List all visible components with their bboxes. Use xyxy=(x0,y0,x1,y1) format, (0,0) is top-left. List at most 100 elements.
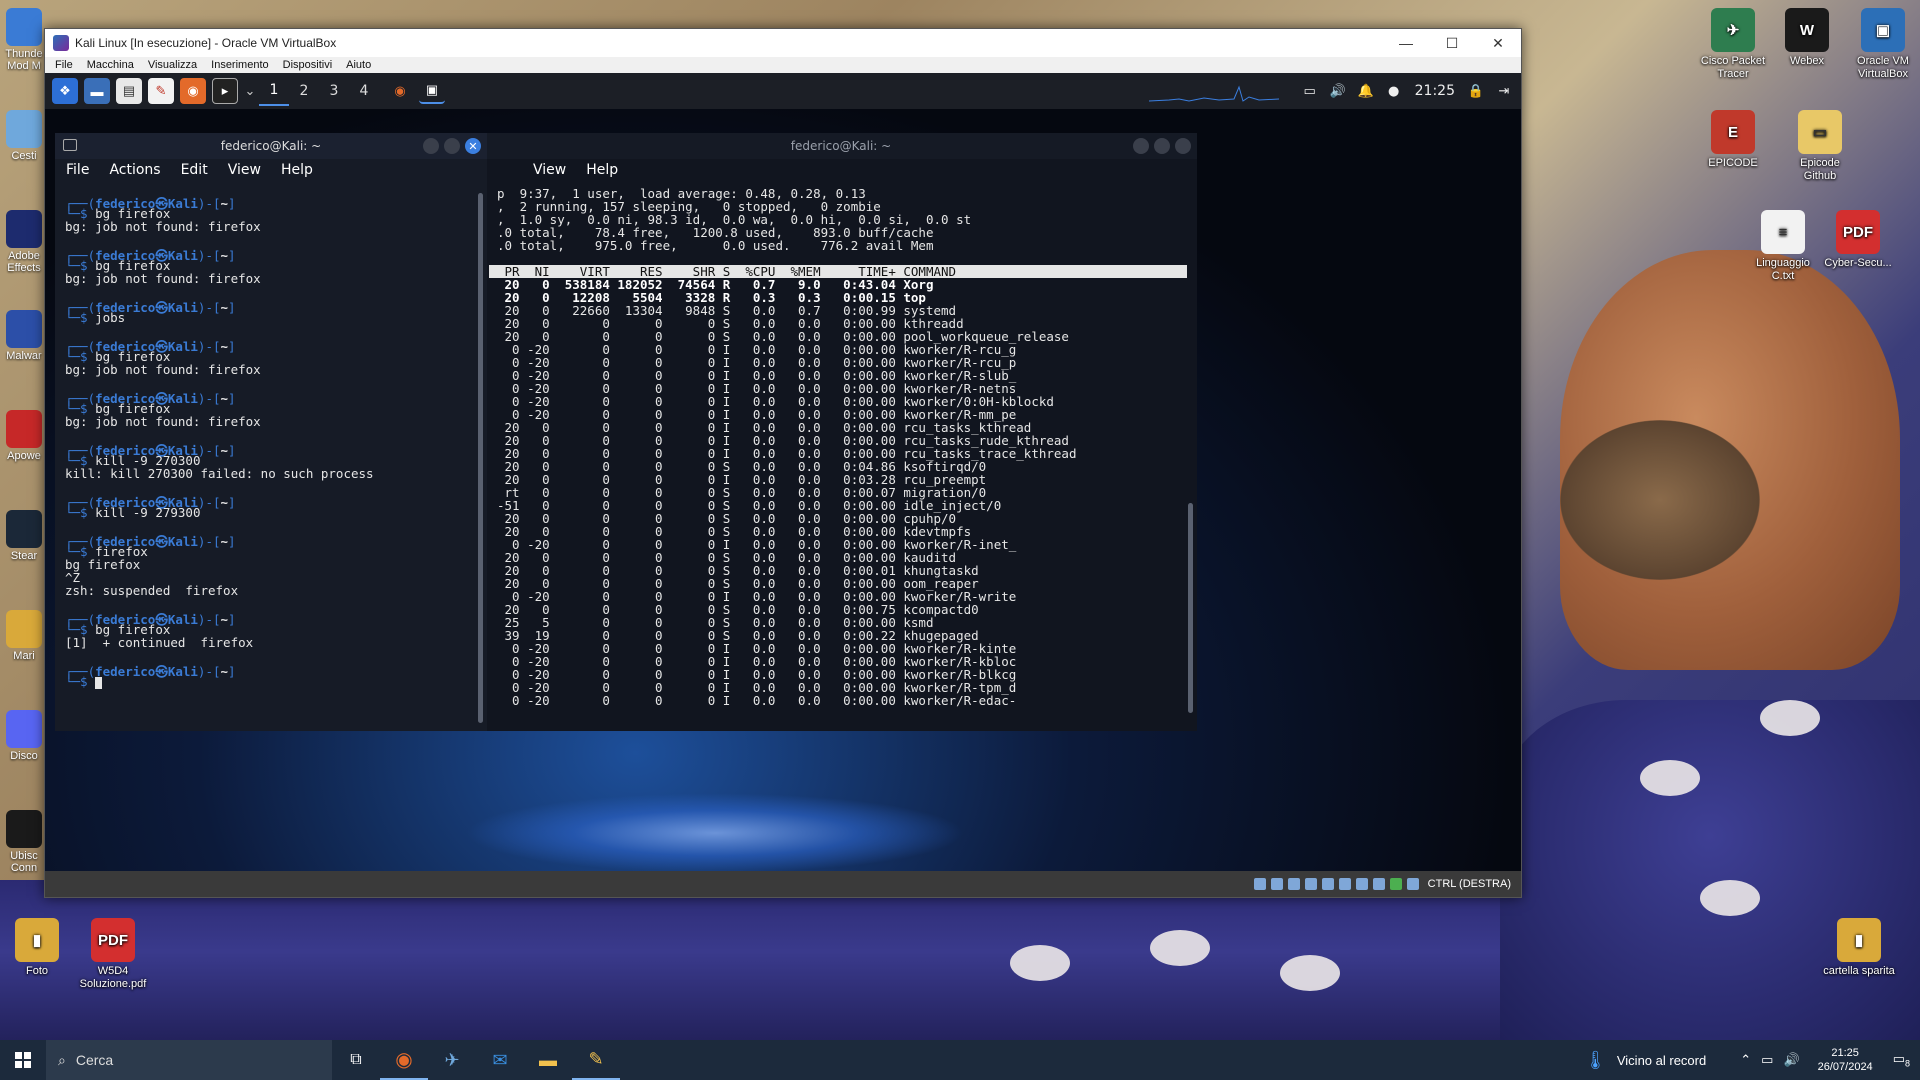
taskbar-virtualbox[interactable]: ✎ xyxy=(572,1040,620,1080)
desktop-icon[interactable]: ▮ Foto xyxy=(0,918,74,978)
vm-screen[interactable]: ❖ ▬ ▤ ✎ ◉ ▸ ⌄ 1 2 3 4 ◉ ▣ ▭ 🔊 🔔 ● 21:25 … xyxy=(45,73,1521,873)
menu-item-visualizza[interactable]: Visualizza xyxy=(148,59,197,71)
desktop-icon[interactable]: Thunde Mod M xyxy=(0,8,48,72)
volume-icon[interactable]: 🔊 xyxy=(1783,1052,1799,1068)
workspace-4[interactable]: 4 xyxy=(349,76,379,106)
desktop-icon[interactable]: Ubisc Conn xyxy=(0,810,48,874)
menu-item-dispositivi[interactable]: Dispositivi xyxy=(283,59,333,71)
cpu-icon[interactable] xyxy=(1389,878,1402,890)
logout-icon[interactable]: ⇥ xyxy=(1497,84,1511,99)
close-icon[interactable]: ✕ xyxy=(1475,29,1521,57)
terminal-icon[interactable]: ▸ xyxy=(212,78,238,104)
menu-item-file[interactable]: File xyxy=(55,59,73,71)
desktop-icon-label: Thunde Mod M xyxy=(5,48,43,72)
shared-folder-icon[interactable] xyxy=(1338,878,1351,890)
mail-icon: ✉ xyxy=(492,1049,508,1070)
menu-item-help[interactable]: Help xyxy=(281,162,313,178)
desktop-icon[interactable]: Stear xyxy=(0,510,48,562)
terminal-output[interactable]: ┌──(federico㉿Kali)-[~] └─$ bg firefox bg: … xyxy=(55,181,487,689)
kali-menu-icon[interactable]: ❖ xyxy=(52,78,78,104)
virtualbox-titlebar[interactable]: Kali Linux [In esecuzione] - Oracle VM V… xyxy=(45,29,1521,57)
desktop-icon[interactable]: ▭ Epicode Github xyxy=(1783,110,1857,183)
menu-item-view[interactable]: View xyxy=(228,162,261,178)
desktop-icon[interactable]: PDF W5D4 Soluzione.pdf xyxy=(76,918,150,991)
display-icon[interactable] xyxy=(1355,878,1368,890)
scrollbar[interactable] xyxy=(1188,503,1193,713)
desktop-icon[interactable]: W Webex xyxy=(1770,8,1844,68)
app-icon xyxy=(6,110,42,148)
terminal-titlebar[interactable]: federico@Kali: ~ ✕ xyxy=(55,133,487,159)
hdd-icon[interactable] xyxy=(1253,878,1266,890)
terminal-titlebar[interactable]: federico@Kali: ~ xyxy=(485,133,1197,159)
menu-item-inserimento[interactable]: Inserimento xyxy=(211,59,268,71)
desktop-icon[interactable]: Adobe Effects xyxy=(0,210,48,274)
desktop-icon[interactable]: ≡ Linguaggio C.txt xyxy=(1746,210,1820,283)
terminal-task-icon[interactable]: ▣ xyxy=(419,78,445,104)
chevron-down-icon[interactable]: ⌄ xyxy=(244,78,256,104)
desktop-icon[interactable]: Malwar xyxy=(0,310,48,362)
desktop-icon[interactable]: E EPICODE xyxy=(1696,110,1770,170)
wallpaper-swirl xyxy=(465,793,965,873)
menu-item-macchina[interactable]: Macchina xyxy=(87,59,134,71)
terminal-window-top[interactable]: federico@Kali: ~ View Help p 9:37, 1 use… xyxy=(485,133,1197,731)
close-icon[interactable] xyxy=(1175,138,1191,154)
desktop-icon[interactable]: Cesti xyxy=(0,110,48,162)
text-editor-icon[interactable]: ✎ xyxy=(148,78,174,104)
scrollbar[interactable] xyxy=(478,193,483,723)
clock-date: 26/07/2024 xyxy=(1817,1061,1873,1073)
minimize-icon[interactable] xyxy=(1133,138,1149,154)
maximize-icon[interactable] xyxy=(1154,138,1170,154)
show-desktop-icon[interactable]: ▬ xyxy=(84,78,110,104)
notification-bell-icon[interactable]: 🔔 xyxy=(1358,84,1374,99)
audio-icon[interactable] xyxy=(1287,878,1300,890)
desktop-icon[interactable]: ▮ cartella sparita xyxy=(1822,918,1896,978)
menu-item-aiuto[interactable]: Aiuto xyxy=(346,59,371,71)
taskbar-explorer[interactable]: ▬ xyxy=(524,1040,572,1080)
menu-item-help[interactable]: Help xyxy=(586,162,618,178)
minimize-icon[interactable]: — xyxy=(1383,29,1429,57)
menu-item-actions[interactable]: Actions xyxy=(109,162,160,178)
file-manager-icon[interactable]: ▤ xyxy=(116,78,142,104)
taskbar-search[interactable]: ⌕ Cerca xyxy=(46,1040,332,1080)
kali-clock[interactable]: 21:25 xyxy=(1415,83,1455,99)
taskbar-clock[interactable]: 21:25 26/07/2024 xyxy=(1818,1046,1873,1074)
menu-item-view[interactable]: View xyxy=(533,162,566,178)
power-icon[interactable]: ● xyxy=(1387,84,1401,99)
firefox-icon[interactable]: ◉ xyxy=(180,78,206,104)
chevron-up-icon[interactable]: ⌃ xyxy=(1740,1052,1751,1068)
desktop-icon[interactable]: Mari xyxy=(0,610,48,662)
terminal-window-left[interactable]: federico@Kali: ~ ✕ File Actions Edit Vie… xyxy=(55,133,487,731)
workspace-2[interactable]: 2 xyxy=(289,76,319,106)
display-icon[interactable]: ▭ xyxy=(1303,84,1317,99)
weather-text[interactable]: Vicino al record xyxy=(1617,1053,1706,1068)
firefox-task-icon[interactable]: ◉ xyxy=(387,78,413,104)
lock-icon[interactable]: 🔒 xyxy=(1468,84,1484,99)
desktop-icon[interactable]: ✈ Cisco Packet Tracer xyxy=(1696,8,1770,81)
desktop-icon[interactable]: Apowe xyxy=(0,410,48,462)
recording-icon[interactable] xyxy=(1372,878,1385,890)
notification-center-icon[interactable]: ▭8 xyxy=(1893,1051,1910,1069)
workspace-3[interactable]: 3 xyxy=(319,76,349,106)
usb-icon[interactable] xyxy=(1321,878,1334,890)
volume-icon[interactable]: 🔊 xyxy=(1330,84,1346,99)
maximize-icon[interactable]: ☐ xyxy=(1429,29,1475,57)
close-icon[interactable]: ✕ xyxy=(465,138,481,154)
desktop-icon[interactable]: ▣ Oracle VM VirtualBox xyxy=(1846,8,1920,81)
menu-item-file[interactable]: File xyxy=(66,162,89,178)
start-button[interactable] xyxy=(0,1040,46,1080)
desktop-icon[interactable]: PDF Cyber-Secu... xyxy=(1821,210,1895,270)
workspace-1[interactable]: 1 xyxy=(259,76,289,106)
minimize-icon[interactable] xyxy=(423,138,439,154)
desktop-icon[interactable]: Disco xyxy=(0,710,48,762)
network-icon[interactable]: ▭ xyxy=(1761,1052,1773,1068)
taskbar-mail[interactable]: ✉ xyxy=(476,1040,524,1080)
mouse-integration-icon[interactable] xyxy=(1406,878,1419,890)
optical-drive-icon[interactable] xyxy=(1270,878,1283,890)
task-view-button[interactable]: ⧉ xyxy=(332,1040,380,1080)
command-text: kill -9 279300 xyxy=(95,505,201,520)
taskbar-cisco[interactable]: ✈ xyxy=(428,1040,476,1080)
network-icon[interactable] xyxy=(1304,878,1317,890)
maximize-icon[interactable] xyxy=(444,138,460,154)
menu-item-edit[interactable]: Edit xyxy=(181,162,208,178)
taskbar-firefox[interactable]: ◉ xyxy=(380,1040,428,1080)
